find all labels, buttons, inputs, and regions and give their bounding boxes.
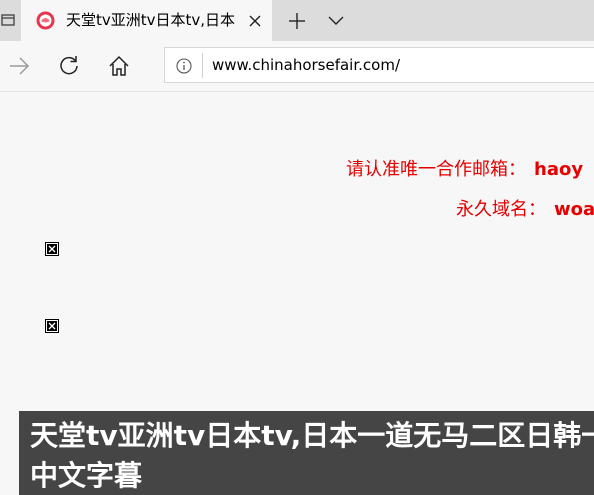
broken-image-icon[interactable] (45, 319, 59, 333)
tab-bar: 天堂tv亚洲tv日本tv,日本 (0, 0, 594, 41)
tab-preview-icon[interactable] (0, 10, 16, 30)
title-banner: 天堂tv亚洲tv日本tv,日本一道无马二区日韩一中文字暮 (19, 411, 594, 495)
contact-value[interactable]: haoy (534, 159, 583, 180)
contact-label: 请认准唯一合作邮箱： (346, 159, 526, 180)
domain-label: 永久域名： (456, 199, 546, 220)
site-favicon-icon (36, 11, 55, 30)
url-text[interactable]: www.chinahorsefair.com/ (212, 55, 400, 75)
navigation-bar: www.chinahorsefair.com/ (0, 41, 594, 92)
broken-image-icon[interactable] (45, 242, 59, 256)
page-content: 请认准唯一合作邮箱： haoy 永久域名： woa 天堂tv亚洲tv日本tv,日本一… (0, 92, 594, 495)
chevron-down-icon[interactable] (323, 10, 349, 32)
active-tab[interactable]: 天堂tv亚洲tv日本tv,日本 (21, 0, 272, 41)
info-icon[interactable] (176, 58, 192, 74)
address-divider (202, 53, 203, 78)
refresh-icon[interactable] (56, 53, 82, 79)
contact-email-line: 请认准唯一合作邮箱： haoy (346, 158, 583, 182)
domain-value[interactable]: woa (554, 199, 594, 220)
address-bar[interactable]: www.chinahorsefair.com/ (164, 47, 594, 83)
permanent-domain-line: 永久域名： woa (456, 198, 594, 222)
new-tab-button[interactable] (284, 10, 310, 32)
page-title: 天堂tv亚洲tv日本tv,日本一道无马二区日韩一中文字暮 (30, 419, 594, 492)
home-icon[interactable] (106, 53, 132, 79)
close-tab-icon[interactable] (245, 11, 265, 31)
forward-arrow-icon[interactable] (6, 53, 32, 79)
tab-title: 天堂tv亚洲tv日本tv,日本 (66, 11, 236, 29)
